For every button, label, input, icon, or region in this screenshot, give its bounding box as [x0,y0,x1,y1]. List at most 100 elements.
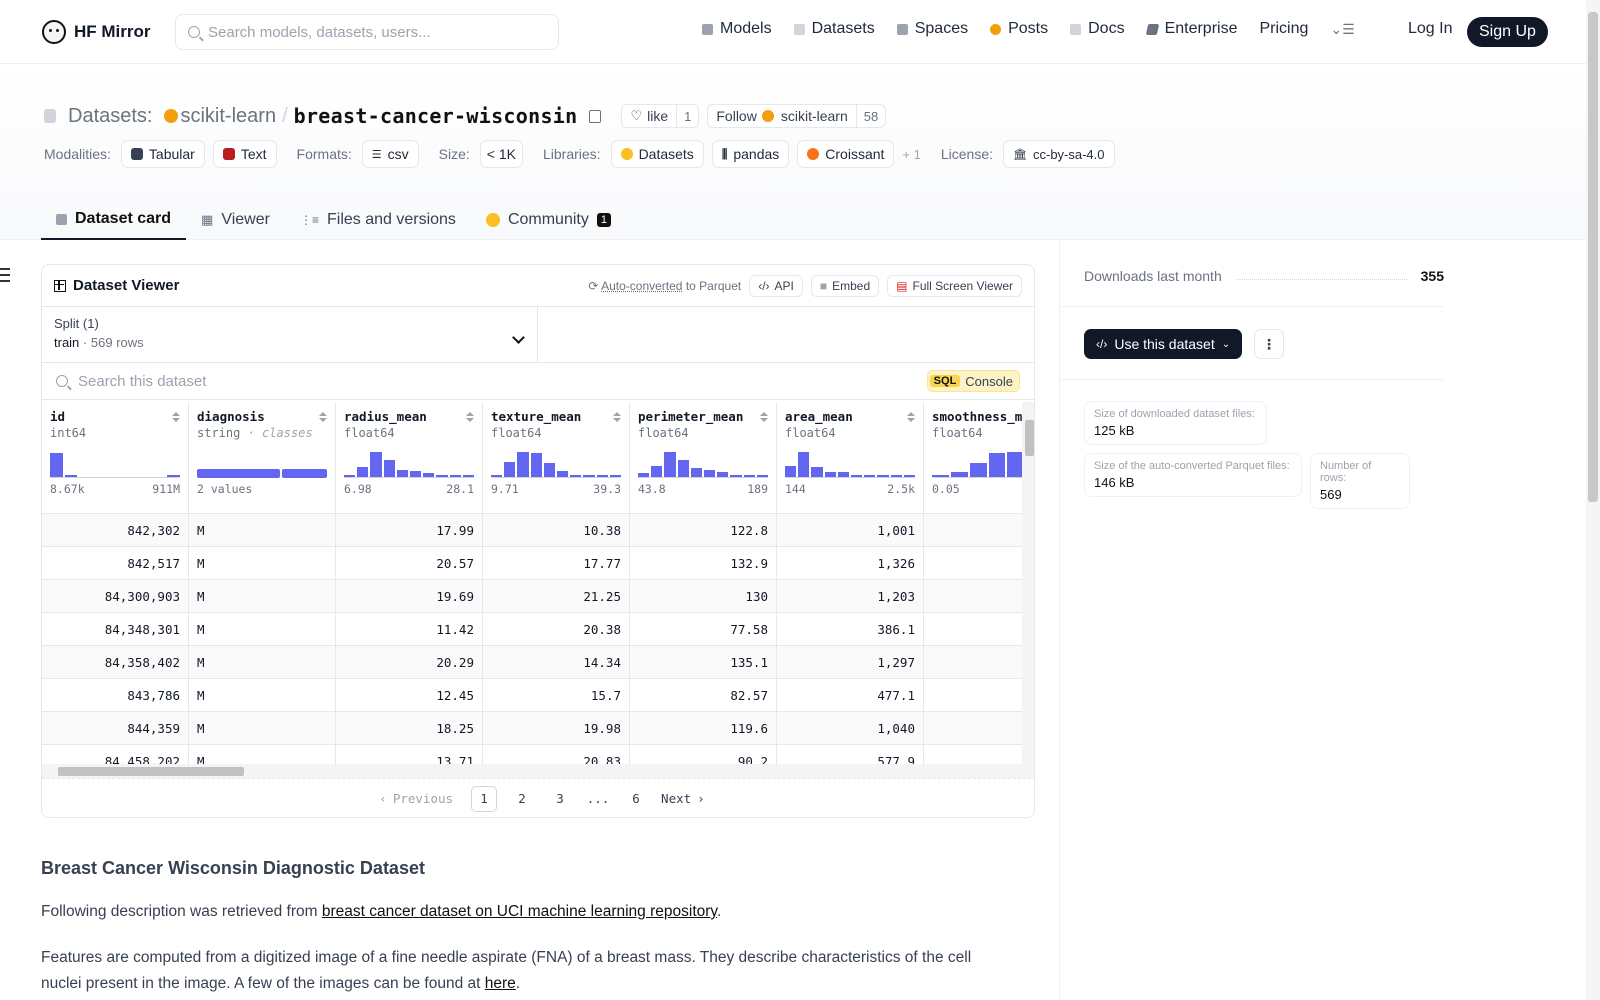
sort-icon[interactable] [760,412,768,422]
table-row[interactable]: 843,786 M 12.45 15.7 82.57 477.1 [42,679,1022,712]
spaces-icon [896,23,908,35]
vertical-scrollbar[interactable] [1022,402,1034,764]
horizontal-scroll-thumb[interactable] [58,767,244,776]
prev-page-button[interactable]: ‹ Previous [373,786,459,812]
like-label: like [647,108,669,124]
table-row[interactable]: 842,517M20.5717.77132.91,3260 [42,547,1022,580]
tab-dataset-card[interactable]: Dataset card [41,200,187,240]
api-button[interactable]: ‹/› API [749,274,803,297]
auto-converted-link[interactable]: Auto-converted [601,279,682,293]
table-row[interactable]: 844,359M18.2519.98119.61,0400 [42,712,1022,745]
sort-icon[interactable] [319,412,327,422]
signup-button[interactable]: Sign Up [1467,17,1548,47]
tab-community[interactable]: Community 1 [471,200,626,240]
table-cell: 90.2 [630,745,777,764]
images-link[interactable]: here [485,975,516,992]
use-dataset-button[interactable]: ‹/› Use this dataset ⌄ [1084,329,1243,359]
nav-enterprise[interactable]: Enterprise [1145,20,1237,38]
global-search[interactable] [175,14,559,50]
follow-button[interactable]: Follow scikit-learn 58 [707,104,887,128]
dataset-name[interactable]: breast-cancer-wisconsin [294,104,578,128]
sort-icon[interactable] [466,412,474,422]
brand-logo[interactable]: HF Mirror [42,20,151,44]
tab-viewer[interactable]: ▦ Viewer [186,200,285,240]
column-histogram [344,452,475,478]
table-row[interactable]: 84,348,301 M 11.42 20.38 77.58 386.1 [42,613,1022,646]
tag-license[interactable]: 🏛 cc-by-sa-4.0 [1003,140,1115,168]
column-header-6[interactable]: smoothness_mean float64 0.05 [924,402,1022,513]
tag-tabular-label: Tabular [148,146,195,162]
login-link[interactable]: Log In [1408,20,1452,38]
page-6[interactable]: 6 [623,786,649,812]
next-page-button[interactable]: Next › [661,786,705,812]
global-search-input[interactable] [208,23,528,41]
table-cell: 20.57 [336,547,483,579]
uci-link[interactable]: breast cancer dataset on UCI machine lea… [322,903,717,920]
sort-icon[interactable] [613,412,621,422]
page-scrollbar[interactable] [1586,0,1600,1000]
column-header-5[interactable]: area_mean float64 144 2.5k [777,402,924,513]
use-dataset-label: Use this dataset [1114,336,1215,352]
page-3[interactable]: 3 [547,786,573,812]
sidebar-toggle-icon[interactable] [0,268,10,282]
nav-datasets[interactable]: Datasets [793,20,875,38]
column-header-0[interactable]: id int64 8.67k 911M [42,402,189,513]
org-link[interactable]: scikit-learn [180,105,276,128]
text-icon [222,148,235,160]
nav-posts[interactable]: Posts [990,20,1048,38]
column-histogram [638,452,769,478]
more-menu-icon[interactable]: ⌄☰ [1330,21,1354,38]
column-header-1[interactable]: diagnosis string · classes 2 values [189,402,336,513]
table-cell: 84,458,202 [42,745,189,764]
column-header-2[interactable]: radius_mean float64 6.98 28.1 [336,402,483,513]
libraries-more[interactable]: + 1 [902,147,920,162]
sort-icon[interactable] [172,412,180,422]
tab-files[interactable]: ⋮≡ Files and versions [285,200,471,240]
horizontal-scrollbar[interactable] [42,764,1034,778]
tag-csv[interactable]: ☰ csv [361,140,419,168]
tag-tabular[interactable]: Tabular [120,140,205,168]
sql-console-button[interactable]: SQL Console [926,370,1020,392]
more-options-button[interactable]: ⋮ [1254,329,1284,359]
viewer-header: Dataset Viewer ⟳ Auto-converted to Parqu… [42,265,1034,307]
table-row[interactable]: 84,458,202 M 13.71 20.83 90.2 577.9 [42,745,1022,764]
nav-pricing[interactable]: Pricing [1259,20,1308,38]
column-header-3[interactable]: texture_mean float64 9.71 39.3 [483,402,630,513]
nav-docs[interactable]: Docs [1070,20,1125,38]
table-row[interactable]: 842,302 M 17.99 10.38 122.8 1,001 [42,514,1022,547]
column-range: 144 2.5k [785,482,915,496]
p2-end: . [515,975,521,992]
histogram-bar [785,465,797,477]
tag-croissant[interactable]: Croissant [797,140,895,168]
split-select[interactable]: Split (1) train · 569 rows [42,307,538,362]
copy-icon[interactable] [589,109,602,123]
embed-button[interactable]: ■ Embed [810,274,880,297]
nav-spaces[interactable]: Spaces [896,20,968,38]
like-button[interactable]: ♡ like 1 [621,104,700,128]
tag-datasets-lib[interactable]: Datasets [610,140,704,168]
fullscreen-button[interactable]: ▤ Full Screen Viewer [887,274,1022,297]
vertical-scroll-thumb[interactable] [1025,420,1034,456]
tag-size[interactable]: < 1K [479,140,523,168]
tag-pandas[interactable]: ⫼ pandas [711,140,790,168]
column-histogram [785,452,916,478]
table-cell: 19.69 [336,580,483,612]
column-type: float64 [932,426,1022,440]
histogram-bar [370,452,382,477]
sort-icon[interactable] [907,412,915,422]
page-scroll-thumb[interactable] [1588,12,1598,502]
embed-icon: ■ [819,278,828,293]
page-1[interactable]: 1 [471,785,498,812]
dataset-search-input[interactable] [78,372,917,390]
table-cell: 122.8 [630,514,777,546]
tab-viewer-label: Viewer [221,211,270,228]
table-row[interactable]: 84,300,903 M 19.69 21.25 130 1,203 [42,580,1022,613]
table-row[interactable]: 84,358,402 M 20.29 14.34 135.1 1,297 [42,646,1022,679]
datasets-crumb[interactable]: Datasets: [68,105,152,128]
page-2[interactable]: 2 [509,786,535,812]
tag-text[interactable]: Text [212,140,277,168]
nav-models[interactable]: Models [702,20,772,38]
viewer-title-text: Dataset Viewer [73,277,180,294]
column-header-4[interactable]: perimeter_mean float64 43.8 189 [630,402,777,513]
table-cell: 14.34 [483,646,630,678]
